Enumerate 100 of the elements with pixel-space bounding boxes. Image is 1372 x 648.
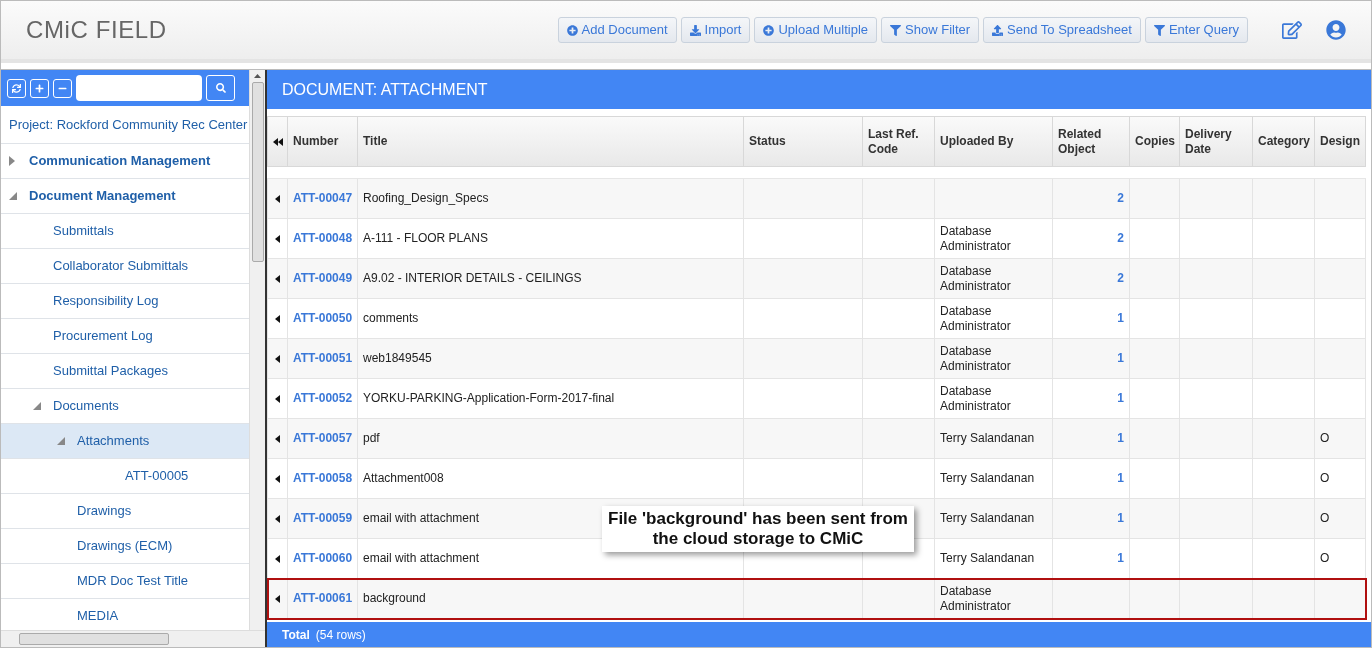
table-cell: O (1320, 471, 1330, 485)
tree-item[interactable]: Attachments (1, 424, 250, 459)
expand-button[interactable] (30, 78, 49, 98)
toolbar-button[interactable]: Import (680, 17, 751, 43)
tree-label: Documents (53, 397, 119, 416)
column-header[interactable]: Title (357, 116, 744, 167)
row-expand-icon[interactable] (275, 234, 280, 243)
expanded-triangle-icon[interactable] (33, 402, 41, 410)
table-cell: Roofing_Design_Specs (363, 191, 489, 205)
tree-label: MDR Doc Test Title (77, 572, 188, 591)
related-object-count[interactable]: 1 (1117, 471, 1124, 485)
related-object-count[interactable]: 1 (1117, 511, 1124, 525)
table-cell: O (1320, 551, 1330, 565)
table-cell: Database Administrator (940, 583, 1011, 613)
related-object-count[interactable]: 1 (1117, 431, 1124, 445)
column-header[interactable]: Design (1314, 116, 1366, 167)
related-object-count[interactable]: 2 (1117, 231, 1124, 245)
toolbar-button[interactable]: Add Document (557, 17, 677, 43)
scroll-thumb[interactable] (19, 633, 169, 645)
row-expand-icon[interactable] (275, 474, 280, 483)
related-object-count[interactable]: 1 (1117, 551, 1124, 565)
row-count: (54 rows) (315, 626, 366, 644)
related-object-count[interactable]: 2 (1117, 191, 1124, 205)
expanded-triangle-icon[interactable] (57, 437, 65, 445)
toolbar-button[interactable]: Enter Query (1144, 17, 1248, 43)
column-header[interactable]: Status (743, 116, 863, 167)
scroll-up-arrow-icon[interactable] (254, 74, 262, 78)
toolbar-button[interactable]: Show Filter (881, 17, 980, 43)
table-cell: Terry Salandanan (940, 511, 1035, 525)
horizontal-scrollbar[interactable] (1, 630, 265, 647)
related-object-count[interactable]: 1 (1117, 311, 1124, 325)
table-cell: Database Administrator (940, 263, 1011, 293)
app-logo: CMiC FIELD (26, 15, 167, 45)
row-expand-icon[interactable] (275, 594, 280, 603)
column-header[interactable]: Number (287, 116, 358, 167)
filter-icon (1153, 24, 1165, 36)
table-cell: Database Administrator (940, 223, 1011, 253)
row-expand-icon[interactable] (275, 274, 280, 283)
tree-label: MEDIA (77, 607, 119, 626)
expanded-triangle-icon[interactable] (9, 192, 17, 200)
table-cell: Database Administrator (940, 383, 1011, 413)
table-cell: email with attachment (363, 511, 480, 525)
related-object-count[interactable]: 2 (1117, 271, 1124, 285)
column-header[interactable]: Delivery Date (1179, 116, 1253, 167)
column-header[interactable]: Related Object (1052, 116, 1130, 167)
tree-label: Communication Management (29, 152, 211, 171)
row-expand-icon[interactable] (275, 354, 280, 363)
table-cell: background (363, 591, 426, 605)
refresh-icon (12, 83, 21, 93)
table-cell: A-111 - FLOOR PLANS (363, 231, 488, 245)
table-cell: Terry Salandanan (940, 431, 1035, 445)
toolbar-button[interactable]: Send To Spreadsheet (983, 17, 1141, 43)
tree-label: Document Management (29, 187, 176, 206)
collapse-all-icon[interactable] (272, 138, 283, 147)
column-header[interactable]: Uploaded By (934, 116, 1053, 167)
table-cell: O (1320, 511, 1330, 525)
total-label: Total (282, 626, 310, 644)
collapsed-triangle-icon[interactable] (9, 156, 15, 166)
filter-icon (890, 24, 902, 36)
row-expand-icon[interactable] (275, 194, 280, 203)
table-cell: YORKU-PARKING-Application-Form-2017-final (363, 391, 615, 405)
table-cell: email with attachment (363, 551, 480, 565)
tree-label: Drawings (ECM) (77, 537, 173, 556)
tree-label: Collaborator Submittals (53, 257, 189, 276)
table-cell: pdf (363, 431, 380, 445)
refresh-button[interactable] (7, 78, 26, 98)
tree-label: ATT-00005 (124, 467, 189, 486)
table-cell: web1849545 (363, 351, 432, 365)
row-expand-icon[interactable] (275, 434, 280, 443)
search-button[interactable] (206, 75, 235, 101)
edit-icon[interactable] (1282, 20, 1302, 40)
project-label: Project: Rockford Community Rec Center (9, 115, 248, 134)
table-cell: Terry Salandanan (940, 471, 1035, 485)
column-header[interactable]: Last Ref. Code (862, 116, 935, 167)
related-object-count[interactable]: 1 (1117, 351, 1124, 365)
search-field[interactable] (76, 75, 202, 101)
vertical-scrollbar[interactable] (249, 70, 265, 630)
column-header[interactable]: Copies (1129, 116, 1180, 167)
table-cell: Terry Salandanan (940, 551, 1035, 565)
user-avatar-icon[interactable] (1326, 20, 1346, 40)
row-expand-icon[interactable] (275, 394, 280, 403)
row-expand-icon[interactable] (275, 554, 280, 563)
row-expand-icon[interactable] (275, 514, 280, 523)
tree-label: Responsibility Log (53, 292, 159, 311)
scroll-thumb[interactable] (251, 82, 264, 262)
related-object-count[interactable]: 1 (1117, 391, 1124, 405)
table-cell: A9.02 - INTERIOR DETAILS - CEILINGS (363, 271, 582, 285)
table-cell: comments (363, 311, 419, 325)
row-expand-icon[interactable] (275, 314, 280, 323)
table-cell: O (1320, 431, 1330, 445)
collapse-button[interactable] (53, 78, 72, 98)
plus-icon (35, 83, 44, 93)
table-cell: Attachment008 (363, 471, 444, 485)
upload-icon (992, 24, 1004, 36)
table-cell: Database Administrator (940, 303, 1011, 333)
column-header[interactable]: Category (1252, 116, 1315, 167)
toolbar-button[interactable]: Upload Multiple (754, 17, 878, 43)
search-icon (215, 83, 226, 93)
callout-note: File 'background' has been sent from the cloud storage to CMiC (602, 506, 914, 552)
tree-label: Submittals (53, 222, 114, 241)
